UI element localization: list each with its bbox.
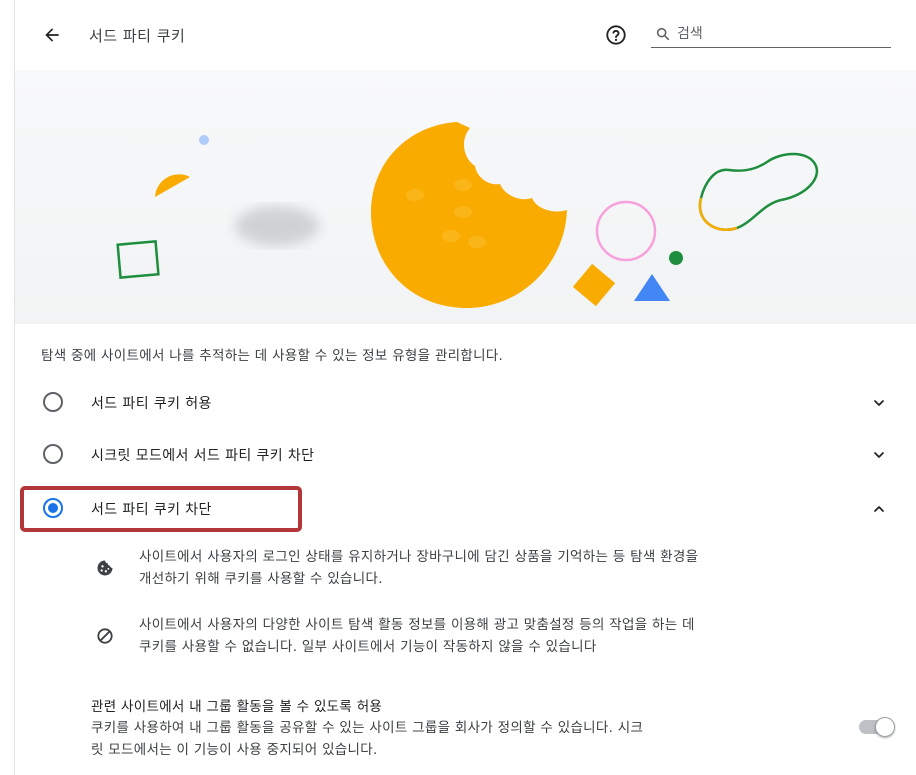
radio-button-allow[interactable] [43, 392, 63, 412]
detail-line: 쿠키를 사용할 수 없습니다. 일부 사이트에서 기능이 작동하지 않을 수 있… [139, 639, 597, 655]
peanut-yellow-edge-shape [698, 197, 738, 231]
detail-text: 사이트에서 사용자의 로그인 상태를 유지하거나 장바구니에 담긴 상품을 기억… [139, 546, 879, 590]
option-block-in-incognito[interactable]: 시크릿 모드에서 서드 파티 쿠키 차단 [15, 430, 916, 480]
detail-line: 사이트에서 사용자의 로그인 상태를 유지하거나 장바구니에 담긴 상품을 기억… [139, 549, 699, 565]
peanut-outline-shape [698, 152, 818, 231]
search-box[interactable] [651, 22, 891, 48]
chevron-up-icon [874, 506, 884, 512]
option-allow-third-party-cookies[interactable]: 서드 파티 쿠키 허용 [15, 378, 916, 428]
back-button[interactable] [39, 22, 65, 48]
page-description: 탐색 중에 사이트에서 나를 추적하는 데 사용할 수 있는 정보 유형을 관리… [41, 348, 504, 364]
blur-blob-shape [235, 206, 319, 246]
yellow-half-circle-shape [155, 174, 190, 197]
settings-page: 서드 파티 쿠키 검색 탐색 중에 사이트에서 나를 추적하는 데 사용할 수 … [14, 0, 916, 775]
radio-button-block[interactable] [43, 498, 63, 518]
related-sites-title: 관련 사이트에서 내 그룹 활동을 볼 수 있도록 허용 [91, 699, 383, 715]
detail-text: 사이트에서 사용자의 다양한 사이트 탐색 활동 정보를 이용해 광고 맞춤설정… [139, 614, 879, 658]
chevron-down-icon [874, 400, 884, 406]
green-square-shape [116, 240, 160, 279]
cookie-illustration [15, 70, 916, 324]
detail-line: 사이트에서 사용자의 다양한 사이트 탐색 활동 정보를 이용해 광고 맞춤설정… [139, 617, 695, 633]
search-input[interactable] [677, 22, 887, 46]
lavender-dot-shape [199, 135, 209, 145]
option-label: 시크릿 모드에서 서드 파티 쿠키 차단 [91, 448, 315, 464]
page-title: 서드 파티 쿠키 [89, 27, 186, 45]
blue-triangle-shape [634, 274, 670, 301]
radio-button-block-incognito[interactable] [43, 444, 63, 464]
pink-ring-shape [595, 200, 657, 262]
expand-button[interactable] [867, 391, 891, 415]
toggle-knob[interactable] [875, 717, 895, 737]
search-icon [656, 27, 670, 41]
expand-button[interactable] [867, 443, 891, 467]
cookie-icon [97, 560, 113, 576]
detail-line: 개선하기 위해 쿠키를 사용할 수 있습니다. [139, 571, 383, 587]
yellow-diamond-shape [572, 263, 616, 307]
chevron-down-icon [874, 452, 884, 458]
help-button[interactable] [605, 24, 627, 46]
option-label: 서드 파티 쿠키 차단 [91, 502, 212, 518]
related-sites-desc-line: 릿 모드에서는 이 기능이 사용 중지되어 있습니다. [91, 742, 378, 758]
illustration-svg [116, 122, 818, 308]
arrow-left-icon [45, 28, 59, 42]
related-sites-description: 쿠키를 사용하여 내 그룹 활동을 공유할 수 있는 사이트 그룹을 회사가 정… [91, 717, 829, 761]
related-sites-toggle[interactable] [859, 717, 895, 737]
green-dot-shape [669, 251, 683, 265]
option-block-third-party-cookies[interactable]: 서드 파티 쿠키 차단 [15, 484, 916, 534]
block-icon [97, 628, 113, 644]
collapse-button[interactable] [867, 497, 891, 521]
help-circle-icon [606, 25, 626, 45]
option-label: 서드 파티 쿠키 허용 [91, 396, 212, 412]
related-sites-desc-line: 쿠키를 사용하여 내 그룹 활동을 공유할 수 있는 사이트 그룹을 회사가 정… [91, 720, 644, 736]
header: 서드 파티 쿠키 [15, 0, 916, 70]
